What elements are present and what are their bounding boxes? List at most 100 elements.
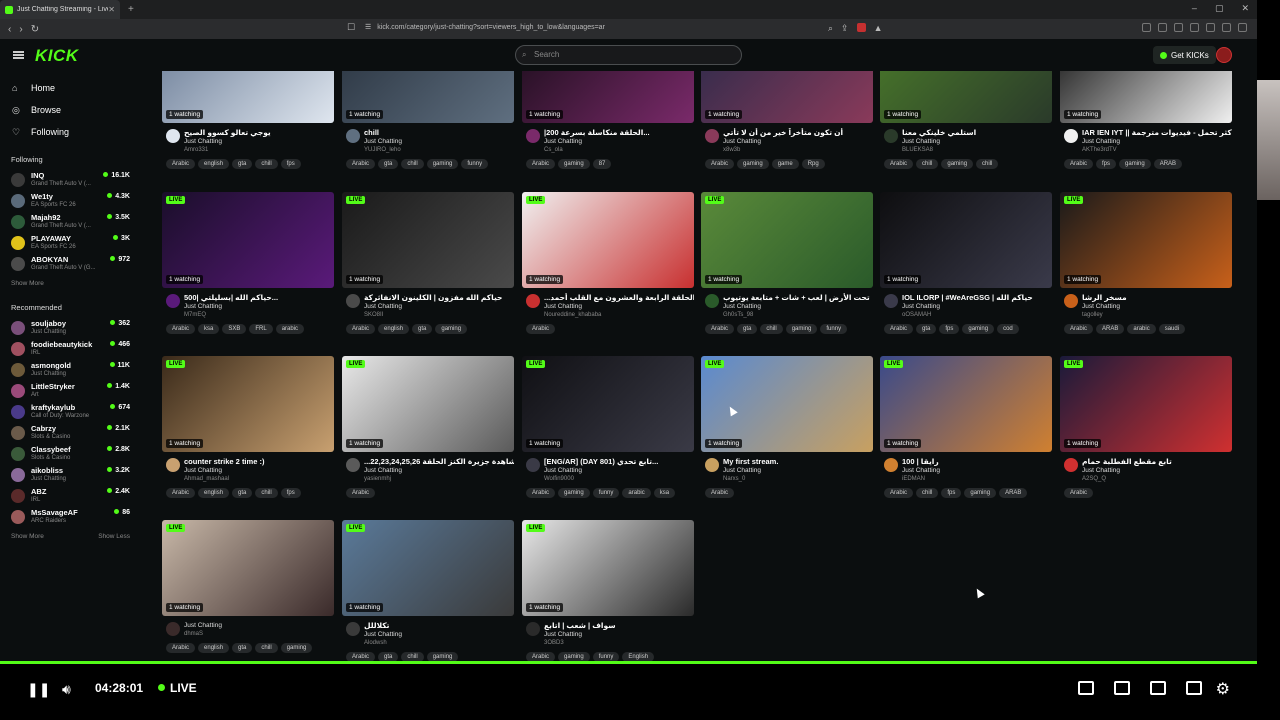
- tag-chip[interactable]: Arabic: [1064, 159, 1094, 169]
- avatar[interactable]: [884, 294, 898, 308]
- sidebar-channel[interactable]: kraftykaylub Call of Duty: Warzone 674: [0, 401, 160, 422]
- forward-icon[interactable]: ›: [19, 24, 22, 35]
- tag-chip[interactable]: funny: [592, 488, 620, 498]
- tag-chip[interactable]: FRL: [249, 324, 273, 334]
- stream-title[interactable]: تكلاللل: [364, 621, 514, 630]
- tag-chip[interactable]: english: [198, 159, 230, 169]
- streamer-username[interactable]: Gh0sTs_98: [723, 311, 873, 320]
- stream-thumbnail[interactable]: LIVE 1 watching: [701, 192, 873, 288]
- sidebar-channel[interactable]: INQ Grand Theft Auto V (... 16.1K: [0, 169, 160, 190]
- stream-category[interactable]: Just Chatting: [1082, 302, 1232, 311]
- streamer-username[interactable]: tagolley: [1082, 311, 1232, 320]
- stream-category[interactable]: Just Chatting: [364, 466, 514, 475]
- sidebar-channel[interactable]: PLAYAWAY EA Sports FC 26 3K: [0, 232, 160, 253]
- site-info-icon[interactable]: ☰: [365, 24, 371, 31]
- stream-title[interactable]: IAR IEN IYT || الأكثر تحمل - فيديوات متر…: [1082, 128, 1232, 137]
- tag-chip[interactable]: Arabic: [884, 488, 914, 498]
- tag-chip[interactable]: chill: [916, 159, 939, 169]
- tag-chip[interactable]: Arabic: [346, 652, 376, 661]
- avatar[interactable]: [166, 129, 180, 143]
- tag-chip[interactable]: Arabic: [346, 159, 376, 169]
- streamer-username[interactable]: A2SQ_Q: [1082, 475, 1232, 484]
- tag-chip[interactable]: Arabic: [705, 488, 735, 498]
- stream-thumbnail[interactable]: LIVE 1 watching: [342, 520, 514, 616]
- tag-chip[interactable]: game: [771, 159, 799, 169]
- nav-item-home[interactable]: ⌂ Home: [0, 77, 160, 99]
- stream-card[interactable]: LIVE 1 watching [ENG/AR] (DAY 801) تابع تح…: [522, 356, 694, 512]
- stream-category[interactable]: Just Chatting: [364, 302, 514, 311]
- tag-chip[interactable]: gta: [916, 324, 937, 334]
- tag-chip[interactable]: English: [622, 652, 655, 661]
- fullscreen-icon[interactable]: [1186, 681, 1202, 695]
- get-kicks-button[interactable]: Get KICKs: [1153, 46, 1216, 64]
- streamer-username[interactable]: BLUEKSA8: [902, 146, 1052, 155]
- sidebar-channel[interactable]: MsSavageAF ARC Raiders 86: [0, 506, 160, 527]
- tag-chip[interactable]: gaming: [558, 488, 590, 498]
- live-indicator[interactable]: LIVE: [158, 681, 197, 695]
- stream-category[interactable]: Just Chatting: [723, 137, 873, 146]
- stream-category[interactable]: Just Chatting: [184, 466, 334, 475]
- extension-icon-6[interactable]: [1222, 23, 1231, 32]
- stream-thumbnail[interactable]: LIVE 1 watching: [701, 356, 873, 452]
- stream-card[interactable]: LIVE 1 watching سواف | شعب | اتابع Just Cha…: [522, 520, 694, 661]
- avatar[interactable]: [346, 294, 360, 308]
- stream-category[interactable]: Just Chatting: [902, 466, 1052, 475]
- tag-chip[interactable]: gta: [378, 159, 399, 169]
- stream-thumbnail[interactable]: LIVE 1 watching: [522, 520, 694, 616]
- stream-title[interactable]: chill: [364, 128, 514, 137]
- nav-item-following[interactable]: ♡ Following: [0, 121, 160, 143]
- tag-chip[interactable]: cod: [997, 324, 1019, 334]
- stream-card[interactable]: LIVE 1 watching My first stream. Just Chatt…: [701, 356, 873, 512]
- streamer-username[interactable]: yasienmhj: [364, 475, 514, 484]
- tag-chip[interactable]: gta: [232, 643, 253, 653]
- tag-chip[interactable]: saudi: [1158, 324, 1186, 334]
- tag-chip[interactable]: chill: [760, 324, 783, 334]
- tag-chip[interactable]: Rpg: [801, 159, 825, 169]
- tag-chip[interactable]: funny: [820, 324, 848, 334]
- sidebar-channel[interactable]: Classybeef Slots & Casino 2.8K: [0, 443, 160, 464]
- tag-chip[interactable]: chill: [401, 159, 424, 169]
- streamer-username[interactable]: oOSAMAH: [902, 311, 1052, 320]
- share-icon[interactable]: ⇪: [841, 23, 849, 34]
- maximize-icon[interactable]: ▢: [1215, 3, 1224, 14]
- stream-title[interactable]: IOL ILORP | #WeAreGSG | حياكم الله: [902, 293, 1052, 302]
- stream-category[interactable]: Just Chatting: [723, 302, 873, 311]
- tag-chip[interactable]: chill: [255, 643, 278, 653]
- tag-chip[interactable]: gaming: [737, 159, 769, 169]
- close-window-icon[interactable]: ✕: [1241, 3, 1249, 14]
- tag-chip[interactable]: arabic: [275, 324, 305, 334]
- stream-title[interactable]: أن تكون متأخراً خير من أن لا تأتي: [723, 128, 873, 137]
- stream-title[interactable]: |200 الحلقة منكاسلة بسرعة...: [544, 128, 694, 137]
- stream-title[interactable]: 500| حياكم الله |بسليلتي...: [184, 293, 334, 302]
- stream-category[interactable]: Just Chatting: [184, 621, 334, 630]
- avatar[interactable]: [884, 129, 898, 143]
- tag-chip[interactable]: funny: [592, 652, 620, 661]
- stream-category[interactable]: Just Chatting: [1082, 466, 1232, 475]
- streamer-username[interactable]: M7mEQ: [184, 311, 334, 320]
- avatar[interactable]: [166, 622, 180, 636]
- tag-chip[interactable]: gaming: [280, 643, 313, 653]
- avatar[interactable]: [526, 622, 540, 636]
- stream-card[interactable]: 1 watching يوجي تعالو كسوو الصيح Just Chat…: [162, 71, 334, 183]
- tag-chip[interactable]: SXB: [222, 324, 247, 334]
- stream-title[interactable]: استلمي خلينكي معنا: [902, 128, 1052, 137]
- tag-chip[interactable]: Arabic: [705, 324, 735, 334]
- sidebar-channel[interactable]: LittleStryker Art 1.4K: [0, 380, 160, 401]
- stream-thumbnail[interactable]: LIVE 1 watching: [162, 356, 334, 452]
- tag-chip[interactable]: ksa: [653, 488, 676, 498]
- tag-chip[interactable]: gaming: [558, 652, 590, 661]
- menu-icon[interactable]: [13, 51, 24, 59]
- stream-thumbnail[interactable]: 1 watching: [342, 71, 514, 123]
- stream-thumbnail[interactable]: 1 watching: [701, 71, 873, 123]
- stream-card[interactable]: 1 watching chill Just Chatting YUJIRO_leho A…: [342, 71, 514, 183]
- avatar[interactable]: [884, 458, 898, 472]
- stream-category[interactable]: Just Chatting: [544, 466, 694, 475]
- stream-category[interactable]: Just Chatting: [184, 137, 334, 146]
- stream-card[interactable]: LIVE 1 watching حياكم الله مفزون | الكلينو…: [342, 192, 514, 348]
- streamer-username[interactable]: Narxs_0: [723, 475, 873, 484]
- stream-thumbnail[interactable]: LIVE 1 watching: [162, 520, 334, 616]
- stream-card[interactable]: LIVE 1 watching تكلاللل Just Chatting Alodws…: [342, 520, 514, 661]
- tag-chip[interactable]: fps: [939, 324, 960, 334]
- tag-chip[interactable]: english: [198, 643, 230, 653]
- stream-category[interactable]: Just Chatting: [902, 137, 1052, 146]
